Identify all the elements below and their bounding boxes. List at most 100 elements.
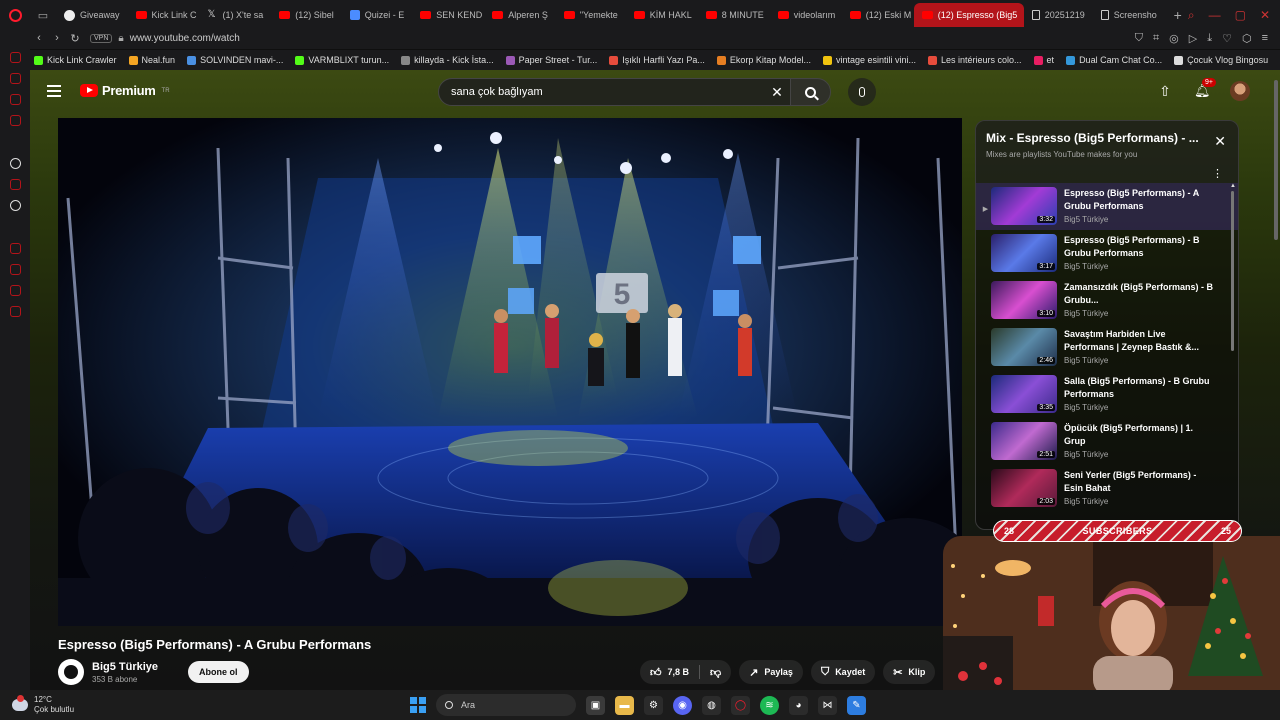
close-playlist-icon[interactable]: ✕ (1214, 133, 1226, 150)
sidebar-clock-icon[interactable] (9, 264, 21, 275)
sidebar-workspace-icon[interactable] (9, 73, 21, 84)
bookmark-item[interactable]: Dual Cam Chat Co... (1066, 55, 1162, 65)
windows-start-icon[interactable] (410, 697, 426, 713)
snapshot-icon[interactable]: ⌗ (1153, 32, 1159, 45)
browser-tab[interactable]: Kick Link C (128, 3, 200, 27)
new-tab-button[interactable]: + (1168, 7, 1188, 23)
bookmark-item[interactable]: killayda - Kick İsta... (401, 55, 494, 65)
browser-tab[interactable]: Screensho (1093, 3, 1165, 27)
browser-tab[interactable]: Alperen Ş (484, 3, 556, 27)
subscribe-button[interactable]: Abone ol (188, 661, 249, 683)
video-player[interactable]: 5 (58, 118, 962, 626)
playlist-item[interactable]: 2:51 Öpücük (Big5 Performans) | 1. Grup Bi… (976, 418, 1238, 465)
scroll-up-arrow-icon[interactable]: ▲ (1230, 183, 1236, 189)
browser-tab[interactable]: videolarım (770, 3, 842, 27)
browser-tab[interactable]: (12) Sibel (271, 3, 342, 27)
playlist-item[interactable]: 3:17 Espresso (Big5 Performans) - B Grubu… (976, 230, 1238, 277)
search-button[interactable] (790, 79, 830, 105)
obs-icon[interactable]: ◍ (702, 695, 721, 715)
sidebar-chat-icon[interactable] (9, 285, 21, 296)
vpn-badge[interactable]: VPN (90, 33, 113, 43)
sidebar-messenger-icon[interactable] (9, 94, 21, 105)
save-button[interactable]: ⛉ Kaydet (810, 660, 876, 684)
taskbar-search[interactable]: Ara (436, 694, 576, 716)
menu-icon[interactable]: ≡ (1262, 32, 1268, 45)
bookmark-item[interactable]: vintage esintili vini... (822, 55, 916, 65)
paint-icon[interactable]: ✎ (847, 695, 866, 715)
bookmark-item[interactable]: Ekorp Kitap Model... (716, 55, 811, 65)
bookmark-item[interactable]: Işıklı Harfli Yazı Pa... (609, 55, 705, 65)
browser-tab[interactable]: 20251219 (1024, 3, 1093, 27)
search-input[interactable] (439, 86, 764, 98)
search-tabs-icon[interactable]: ⌕ (1188, 8, 1195, 23)
channel-name[interactable]: Big5 Türkiye (92, 661, 158, 673)
extensions-icon[interactable]: ⬡ (1242, 32, 1252, 45)
browser-tab[interactable]: (12) Eski M (842, 3, 914, 27)
playlist-item[interactable]: 3:35 Salla (Big5 Performans) - B Grubu Pe… (976, 371, 1238, 418)
discord-icon[interactable]: ◉ (673, 695, 692, 715)
browser-tab[interactable]: SEN KEND (412, 3, 484, 27)
playlist-scrollbar[interactable] (1231, 191, 1234, 351)
like-count[interactable]: 7,8 B (668, 667, 690, 677)
shield-icon[interactable]: ◎ (1169, 32, 1179, 45)
bookmark-item[interactable]: et (1033, 55, 1054, 65)
browser-tab[interactable]: Giveaway (56, 3, 128, 27)
url-field[interactable]: www.youtube.com/watch (130, 33, 1135, 44)
sidebar-history-icon[interactable] (9, 243, 21, 254)
opera-logo-icon[interactable] (0, 0, 30, 30)
sidebar-twitch-icon[interactable] (9, 179, 21, 190)
player-icon[interactable]: ▷ (1189, 32, 1197, 45)
minimize-button[interactable]: — (1209, 8, 1221, 23)
sidebar-triangle-icon[interactable] (9, 158, 21, 169)
opera-gx-icon[interactable]: ◯ (731, 695, 750, 715)
dislike-icon[interactable]: 👎︎ (710, 666, 721, 679)
weather-widget[interactable]: 12°C Çok bulutlu (0, 695, 74, 715)
clip-button[interactable]: ✂ Klip (883, 660, 936, 684)
forward-button[interactable]: › (48, 32, 66, 44)
playlist-item[interactable]: 3:10 Zamansızdık (Big5 Performans) - B Gr… (976, 277, 1238, 324)
bookmark-icon[interactable]: ⛉ (1135, 32, 1143, 45)
playlist-item[interactable]: 2:03 Seni Yerler (Big5 Performans) - Esin… (976, 465, 1238, 512)
sidebar-aria-icon[interactable] (9, 52, 21, 63)
youtube-logo[interactable]: Premium TR (80, 83, 170, 98)
share-button[interactable]: ↗ Paylaş (739, 660, 803, 684)
voice-search-button[interactable] (848, 78, 876, 106)
page-scrollbar[interactable] (1274, 80, 1278, 240)
channel-avatar[interactable] (58, 659, 84, 685)
bookmark-item[interactable]: Kick Link Crawler (34, 55, 117, 65)
browser-tab[interactable]: KİM HAKL (626, 3, 698, 27)
sidebar-settings-icon[interactable] (9, 306, 21, 317)
capcut-icon[interactable]: ⋈ (818, 695, 837, 715)
more-options-icon[interactable]: ⋮ (1212, 167, 1223, 180)
playlist-item[interactable]: ▶ 3:32 Espresso (Big5 Performans) - A Grub… (976, 183, 1238, 230)
playlist-title[interactable]: Mix - Espresso (Big5 Performans) - ... (986, 131, 1228, 145)
clear-search-icon[interactable]: ✕ (764, 84, 790, 101)
chrome-icon[interactable]: ◕ (789, 695, 808, 715)
task-view-icon[interactable]: ▣ (586, 695, 605, 715)
bookmark-item[interactable]: SOLVINDEN mavi-... (187, 55, 283, 65)
bookmark-item[interactable]: Les intérieurs colo... (928, 55, 1022, 65)
bookmark-item[interactable]: Paper Street - Tur... (505, 55, 597, 65)
browser-tab[interactable]: "Yemekte (556, 3, 626, 27)
bookmark-item[interactable]: Çocuk Vlog Bingosu (1174, 55, 1268, 65)
create-upload-icon[interactable]: ⇧ (1158, 83, 1172, 99)
tab-active[interactable]: (12) Espresso (Big5 (913, 3, 1024, 27)
browser-tab[interactable]: 8 MINUTE (698, 3, 770, 27)
account-avatar[interactable] (1230, 81, 1250, 101)
sidebar-mail-icon[interactable] (9, 115, 21, 126)
sidebar-x-icon[interactable] (9, 200, 21, 211)
browser-tab[interactable]: Quizei - E (342, 3, 413, 27)
browser-tab[interactable]: 𝕏 (1) X'te sa (200, 3, 272, 27)
maximize-button[interactable]: ▢ (1235, 8, 1246, 23)
file-explorer-icon[interactable]: ▬ (615, 695, 634, 715)
notifications-bell-icon[interactable]: 🔔︎ 9+ (1194, 78, 1216, 99)
spotify-icon[interactable]: ≋ (760, 695, 779, 715)
close-window-button[interactable]: ✕ (1260, 8, 1270, 23)
hamburger-menu-icon[interactable] (47, 85, 61, 97)
playlist-item[interactable]: 2:46 Savaştım Harbiden Live Performans | … (976, 324, 1238, 371)
like-icon[interactable]: 👍︎ (650, 666, 662, 679)
tab-islands-icon[interactable]: ▭ (36, 8, 50, 22)
download-icon[interactable]: ⤓ (1207, 32, 1212, 45)
settings-gear-icon[interactable]: ⚙ (644, 695, 663, 715)
back-button[interactable]: ‹ (30, 32, 48, 44)
